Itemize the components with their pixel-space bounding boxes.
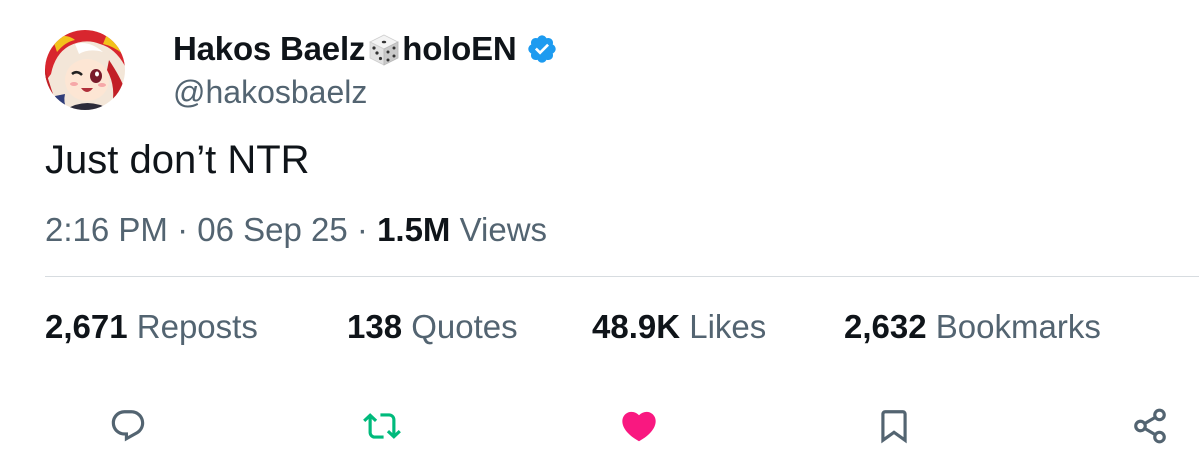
- views-label: Views: [459, 211, 548, 248]
- divider: [45, 276, 1199, 277]
- user-handle[interactable]: @hakosbaelz: [173, 74, 367, 111]
- quotes-label: Quotes: [411, 308, 518, 345]
- tweet-text: Just don’t NTR: [45, 138, 310, 182]
- likes-stat[interactable]: 48.9K Likes: [592, 308, 766, 346]
- reply-icon: [111, 410, 145, 442]
- tweet-meta: 2:16 PM · 06 Sep 25 · 1.5M Views: [45, 211, 547, 249]
- share-icon: [1134, 408, 1166, 444]
- likes-count: 48.9K: [592, 308, 681, 345]
- bookmark-icon: [881, 410, 907, 444]
- display-name[interactable]: Hakos Baelz: [173, 30, 365, 68]
- avatar[interactable]: [45, 30, 125, 110]
- reposts-count: 2,671: [45, 308, 128, 345]
- bookmarks-label: Bookmarks: [935, 308, 1101, 345]
- like-button[interactable]: [617, 404, 661, 448]
- dice-icon: [367, 33, 401, 67]
- meta-separator: ·: [356, 211, 368, 248]
- reposts-stat[interactable]: 2,671 Reposts: [45, 308, 258, 346]
- bookmarks-stat[interactable]: 2,632 Bookmarks: [844, 308, 1101, 346]
- tweet: Hakos Baelz holoEN @hakosbaelz Just don’…: [0, 0, 1199, 475]
- reposts-label: Reposts: [136, 308, 258, 345]
- quotes-count: 138: [347, 308, 403, 345]
- heart-icon: [622, 411, 656, 442]
- views-count: 1.5M: [377, 211, 451, 248]
- likes-label: Likes: [689, 308, 767, 345]
- display-name-row[interactable]: Hakos Baelz holoEN: [173, 27, 558, 71]
- verified-badge-icon[interactable]: [526, 33, 558, 65]
- avatar-image: [45, 30, 125, 110]
- meta-separator: ·: [177, 211, 189, 248]
- bookmarks-count: 2,632: [844, 308, 927, 345]
- reply-button[interactable]: [106, 404, 150, 448]
- display-name-suffix[interactable]: holoEN: [402, 30, 516, 68]
- repost-icon: [363, 413, 401, 439]
- quotes-stat[interactable]: 138 Quotes: [347, 308, 518, 346]
- tweet-date[interactable]: 06 Sep 25: [197, 211, 347, 248]
- repost-button[interactable]: [360, 404, 404, 448]
- share-button[interactable]: [1128, 404, 1172, 448]
- bookmark-button[interactable]: [872, 404, 916, 448]
- tweet-time[interactable]: 2:16 PM: [45, 211, 168, 248]
